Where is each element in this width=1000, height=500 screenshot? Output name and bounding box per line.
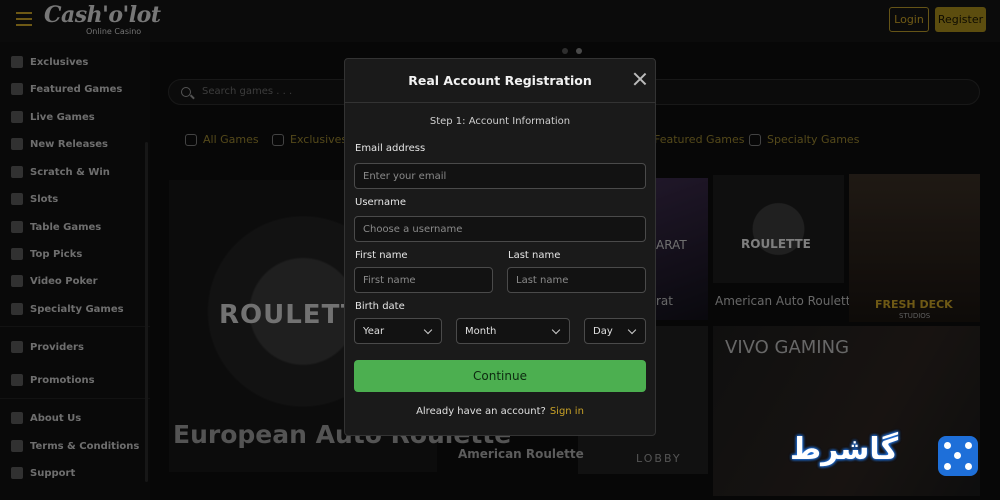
modal-header: Real Account Registration: [345, 59, 655, 103]
chevron-down-icon: [423, 325, 433, 335]
watermark: گاشرط: [790, 428, 990, 488]
modal-title: Real Account Registration: [408, 73, 592, 88]
signin-prompt: Already have an account? Sign in: [416, 406, 584, 417]
dice-icon: [938, 436, 978, 476]
birth-date-label: Birth date: [355, 301, 405, 312]
registration-modal: Real Account Registration Step 1: Accoun…: [344, 58, 656, 436]
email-label: Email address: [355, 143, 426, 154]
month-select[interactable]: Month: [456, 318, 570, 344]
close-icon[interactable]: [633, 72, 647, 86]
continue-button[interactable]: Continue: [354, 360, 646, 392]
sign-in-link[interactable]: Sign in: [550, 406, 584, 417]
last-name-field[interactable]: [507, 267, 646, 293]
first-name-label: First name: [355, 250, 408, 261]
step-indicator: Step 1: Account Information: [429, 116, 571, 127]
username-field[interactable]: [354, 216, 646, 242]
chevron-down-icon: [551, 325, 561, 335]
last-name-label: Last name: [508, 250, 561, 261]
chevron-down-icon: [627, 325, 637, 335]
email-field[interactable]: [354, 163, 646, 189]
watermark-text: گاشرط: [790, 432, 899, 467]
year-select[interactable]: Year: [354, 318, 442, 344]
day-select[interactable]: Day: [584, 318, 646, 344]
first-name-field[interactable]: [354, 267, 493, 293]
username-label: Username: [355, 197, 406, 208]
